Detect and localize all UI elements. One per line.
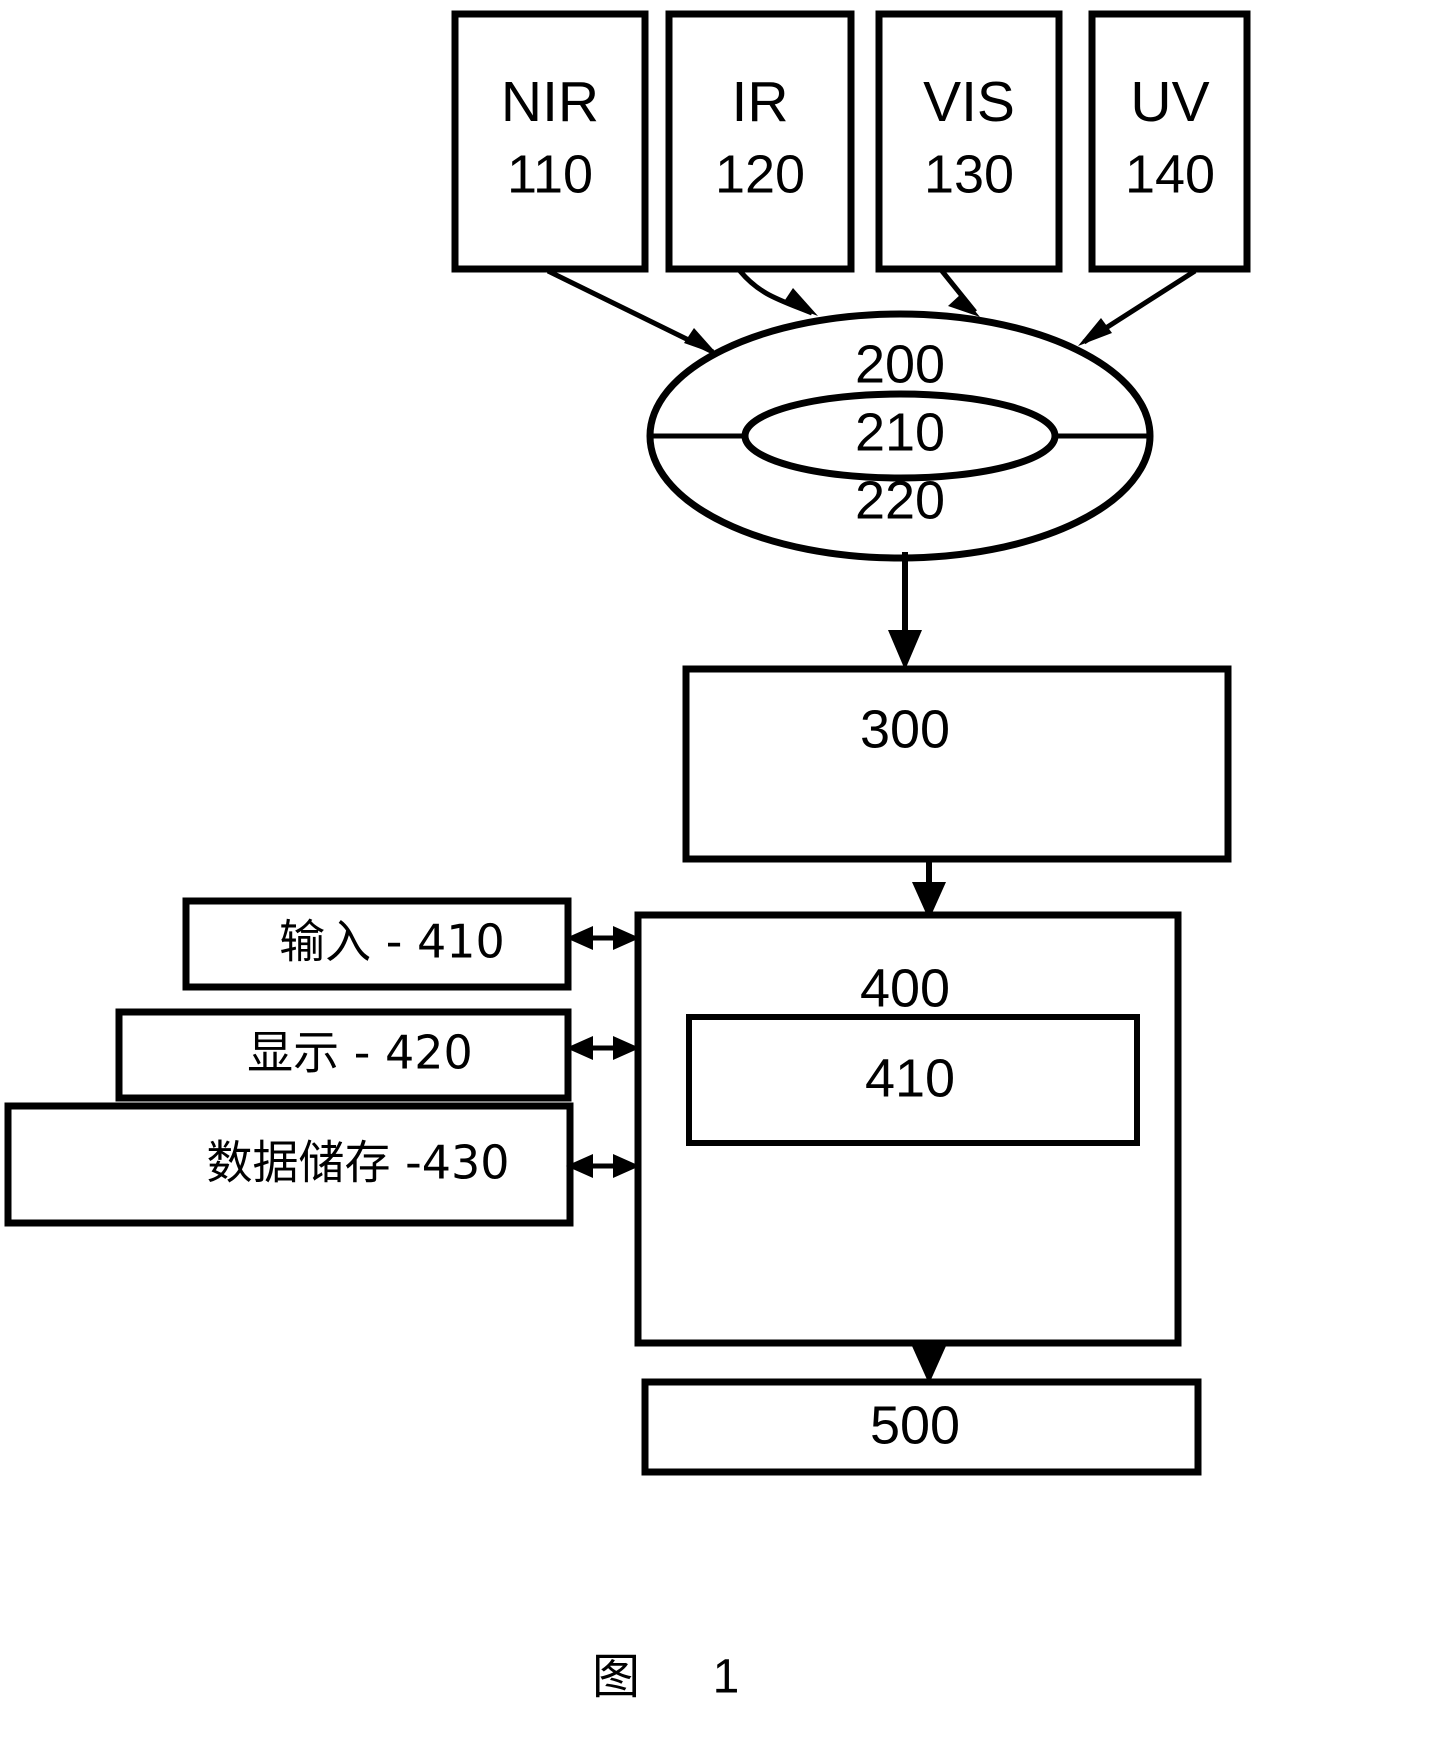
sensor-box-ir: IR 120 <box>665 10 855 273</box>
peripheral-box-storage: 数据储存 -430 <box>4 1102 574 1227</box>
arrow-uv-to-optics <box>1078 268 1197 346</box>
peripheral-display-label: 显示 - 420 <box>247 1026 473 1080</box>
arrow-computer-to-output <box>912 1343 946 1384</box>
sensor-vis-name: VIS <box>923 70 1015 134</box>
arrow-optics-to-processing <box>888 552 922 670</box>
diagram-canvas: NIR 110 IR 120 VIS 130 UV 140 200 210 22… <box>4 10 1251 1705</box>
sensor-box-nir: NIR 110 <box>451 10 649 273</box>
sensor-box-uv: UV 140 <box>1088 10 1251 273</box>
sensor-box-vis: VIS 130 <box>875 10 1063 273</box>
arrow-processing-to-computer <box>912 859 946 920</box>
sensor-uv-number: 140 <box>1125 144 1215 204</box>
computer-inner-label: 410 <box>865 1048 955 1108</box>
sensor-ir-name: IR <box>732 70 789 134</box>
arrow-storage-bidirectional <box>566 1154 640 1178</box>
sensor-ir-number: 120 <box>715 144 805 204</box>
arrow-display-bidirectional <box>566 1036 640 1060</box>
peripheral-box-display: 显示 - 420 <box>115 1008 572 1102</box>
sensor-vis-number: 130 <box>924 144 1014 204</box>
patent-figure: NIR 110 IR 120 VIS 130 UV 140 200 210 22… <box>0 0 1442 1755</box>
output-label: 500 <box>870 1395 960 1455</box>
peripheral-input-label: 输入 - 410 <box>279 915 505 969</box>
figure-caption: 图 1 <box>592 1649 739 1705</box>
figure-caption-label: 图 <box>592 1649 640 1705</box>
processing-label: 300 <box>860 699 950 759</box>
arrow-nir-to-optics <box>546 268 718 355</box>
computer-label: 400 <box>860 958 950 1018</box>
arrow-ir-to-optics <box>738 269 818 316</box>
arrow-input-bidirectional <box>566 926 640 950</box>
peripheral-storage-label: 数据储存 -430 <box>206 1136 509 1190</box>
sensor-nir-number: 110 <box>507 144 593 204</box>
arrow-vis-to-optics <box>940 269 980 317</box>
optics-inner-label: 210 <box>855 402 945 462</box>
computer-box-400: 400 410 <box>634 911 1182 1347</box>
sensor-nir-name: NIR <box>501 70 599 134</box>
sensor-uv-name: UV <box>1130 70 1209 134</box>
peripheral-box-input: 输入 - 410 <box>182 897 572 991</box>
output-box-500: 500 <box>641 1378 1202 1476</box>
optics-outer-label: 200 <box>855 334 945 394</box>
optics-lower-label: 220 <box>855 470 945 530</box>
figure-caption-number: 1 <box>713 1651 740 1704</box>
optics-assembly: 200 210 220 <box>646 310 1154 562</box>
processing-box-300: 300 <box>682 665 1232 863</box>
